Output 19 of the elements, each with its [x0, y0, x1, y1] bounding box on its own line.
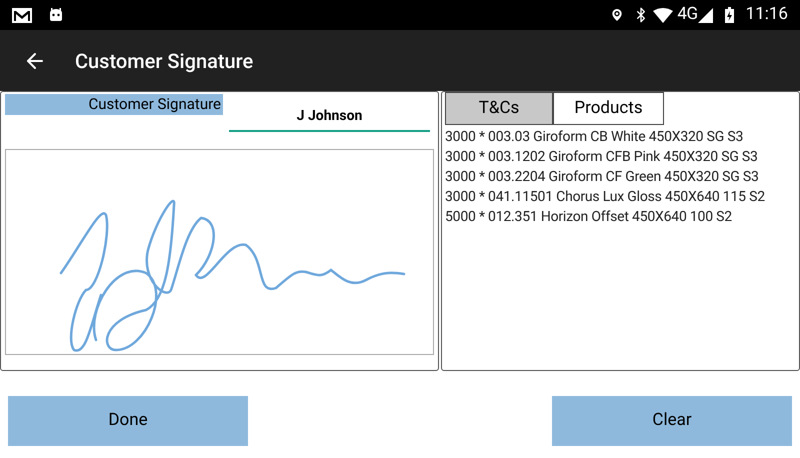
action-button[interactable]: Clear — [552, 396, 792, 446]
product-line: 3000 * 041.11501 Chorus Lux Gloss 450X640 115 S2 — [445, 188, 766, 207]
product-line: 5000 * 012.351 Horizon Offset 450X640 100 S2 — [445, 208, 733, 227]
signal-icon — [698, 8, 713, 22]
battery-icon — [724, 7, 734, 23]
product-line: 3000 * 003.03 Giroform CB White 450X320 SG S3 — [445, 128, 744, 147]
wifi-icon — [653, 8, 674, 22]
mail-icon — [12, 8, 32, 22]
action-button[interactable]: Done — [8, 396, 248, 446]
network-type: 4G — [677, 3, 698, 26]
clock-time: 11:16 — [746, 3, 788, 26]
signature-label: Customer Signature — [5, 94, 223, 115]
product-line: 3000 * 003.2204 Giroform CF Green 450X320 SG S3 — [445, 168, 760, 187]
tab[interactable]: T&Cs — [445, 92, 553, 125]
tab[interactable]: Products — [553, 92, 664, 125]
product-line: 3000 * 003.1202 Giroform CFB Pink 450X320 SG S3 — [445, 148, 759, 167]
screen-title: Customer Signature — [75, 48, 254, 74]
signer-name-field[interactable]: J Johnson — [229, 102, 430, 132]
robot-icon — [48, 8, 64, 22]
